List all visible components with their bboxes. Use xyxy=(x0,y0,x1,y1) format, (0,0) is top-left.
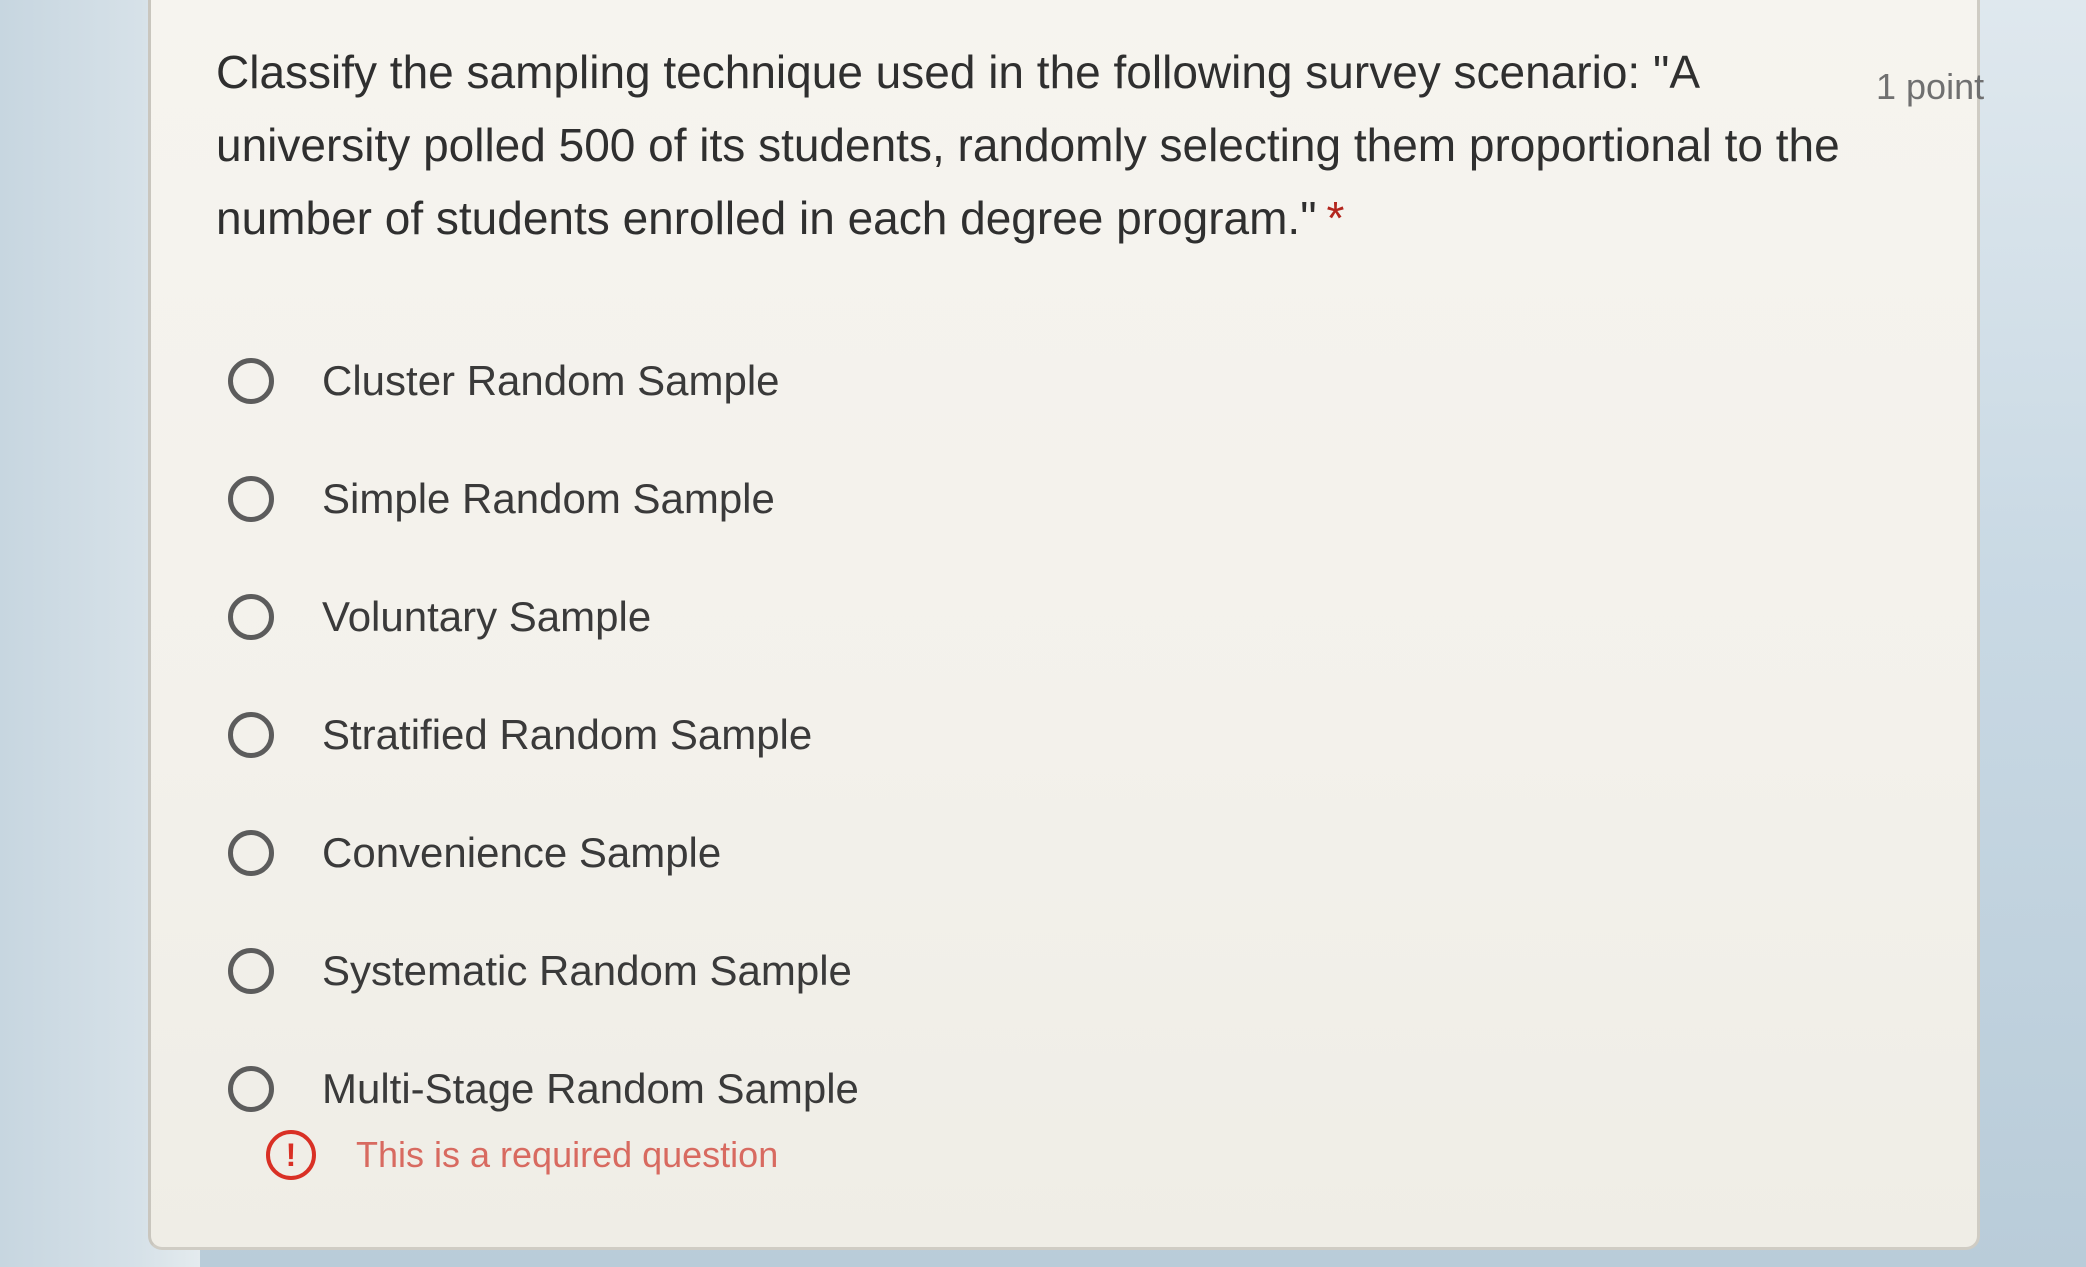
validation-error: ! This is a required question xyxy=(266,1130,778,1180)
radio-button[interactable] xyxy=(228,948,274,994)
option-convenience-sample[interactable]: Convenience Sample xyxy=(228,794,859,912)
radio-group: Cluster Random Sample Simple Random Samp… xyxy=(228,322,859,1148)
option-systematic-random-sample[interactable]: Systematic Random Sample xyxy=(228,912,859,1030)
option-label: Simple Random Sample xyxy=(322,475,775,522)
question-title: Classify the sampling technique used in … xyxy=(216,36,1856,255)
radio-button[interactable] xyxy=(228,358,274,404)
question-text: Classify the sampling technique used in … xyxy=(216,46,1840,244)
radio-button[interactable] xyxy=(228,712,274,758)
option-label: Voluntary Sample xyxy=(322,593,652,640)
option-label: Convenience Sample xyxy=(322,829,722,876)
option-simple-random-sample[interactable]: Simple Random Sample xyxy=(228,440,859,558)
option-label: Cluster Random Sample xyxy=(322,357,780,404)
option-voluntary-sample[interactable]: Voluntary Sample xyxy=(228,558,859,676)
option-cluster-random-sample[interactable]: Cluster Random Sample xyxy=(228,322,859,440)
radio-button[interactable] xyxy=(228,830,274,876)
option-label: Multi-Stage Random Sample xyxy=(322,1065,859,1112)
radio-button[interactable] xyxy=(228,1066,274,1112)
error-message: This is a required question xyxy=(356,1134,779,1175)
exclamation-icon: ! xyxy=(266,1130,316,1180)
option-stratified-random-sample[interactable]: Stratified Random Sample xyxy=(228,676,859,794)
option-label: Stratified Random Sample xyxy=(322,711,813,758)
radio-button[interactable] xyxy=(228,476,274,522)
option-label: Systematic Random Sample xyxy=(322,947,852,994)
points-label: 1 point xyxy=(1876,66,1985,107)
radio-button[interactable] xyxy=(228,594,274,640)
required-asterisk: * xyxy=(1326,192,1345,244)
